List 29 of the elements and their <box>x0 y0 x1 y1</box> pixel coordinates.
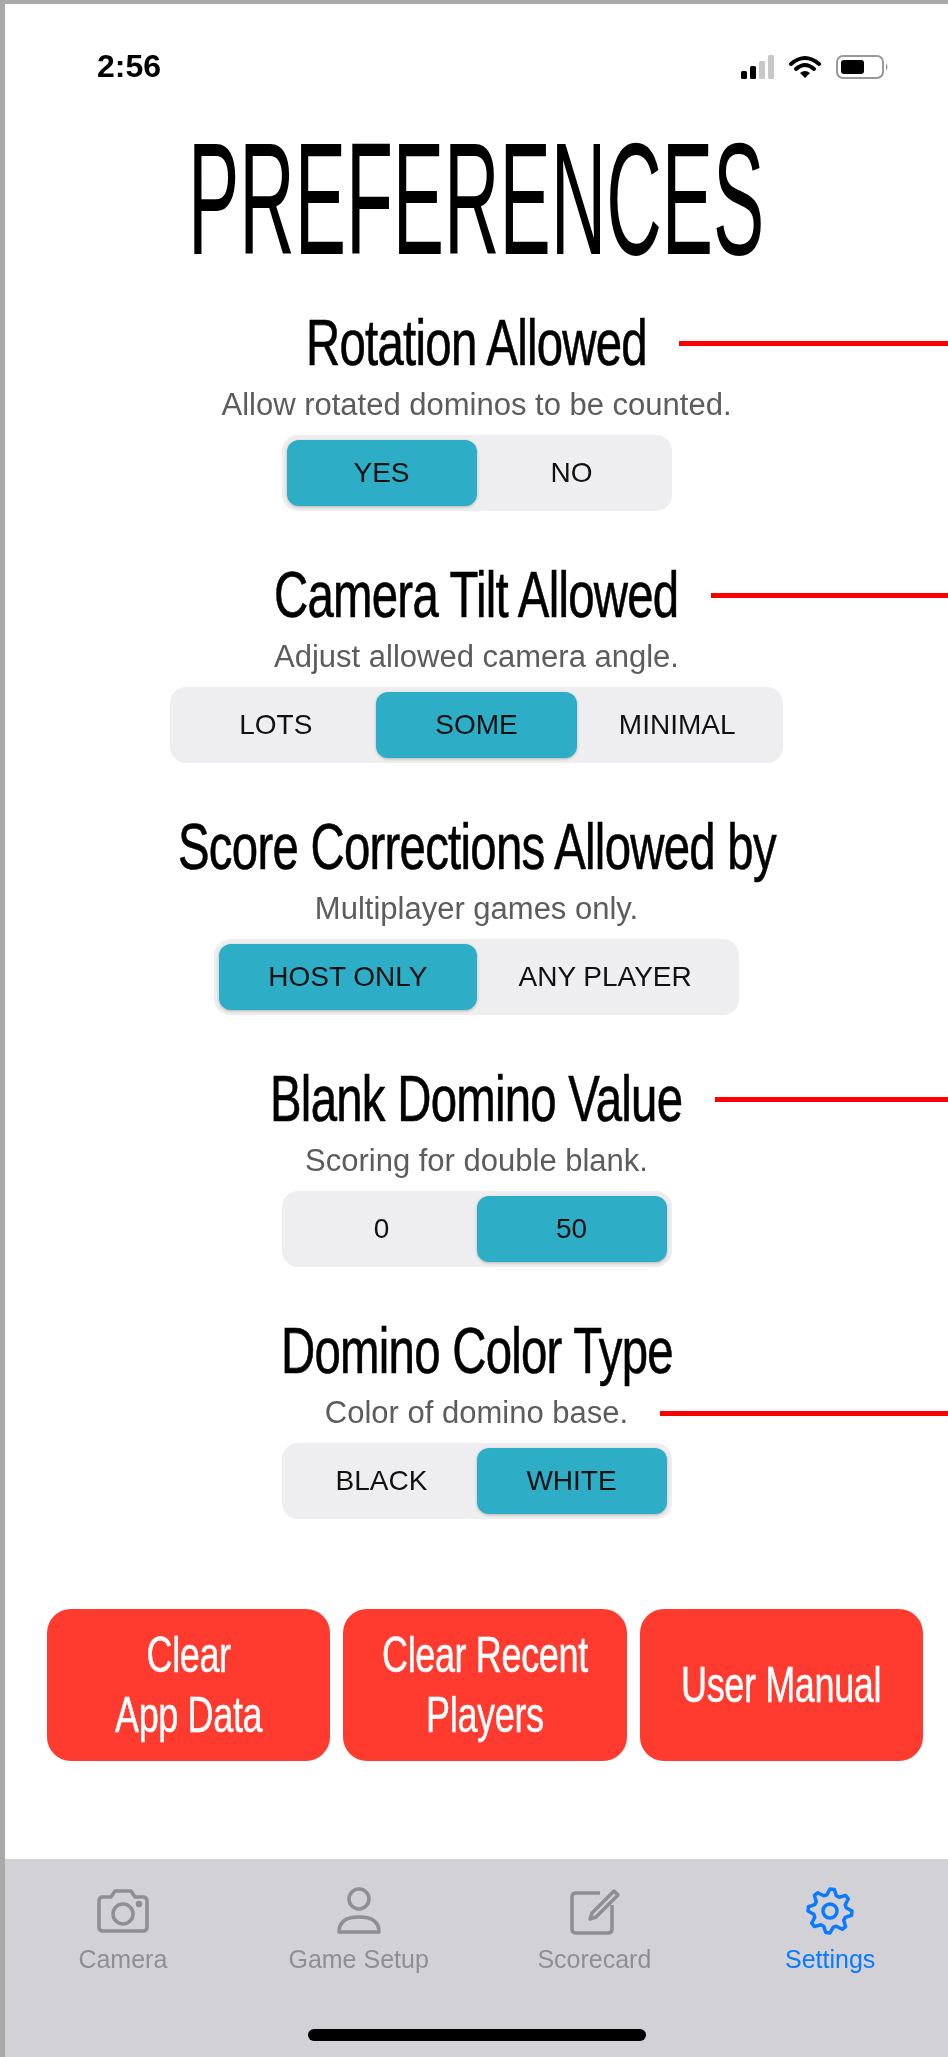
segment-option[interactable]: NO <box>476 440 667 506</box>
setting-title: Rotation Allowed <box>306 309 647 377</box>
setting-description: Multiplayer games only. <box>314 890 639 928</box>
status-time: 2:56 <box>97 48 162 85</box>
segment-option[interactable]: WHITE <box>476 1448 667 1514</box>
setting-description: Allow rotated dominos to be counted. <box>221 386 732 424</box>
page-title: PREFERENCES <box>188 129 765 269</box>
action-button[interactable]: Clear App Data <box>47 1609 331 1761</box>
setting-description: Scoring for double blank. <box>305 1142 648 1180</box>
action-button[interactable]: Clear Recent Players <box>343 1609 627 1761</box>
signal-icon <box>741 54 774 79</box>
segment-option[interactable]: YES <box>286 440 477 506</box>
setting-title: Blank Domino Value <box>270 1065 683 1133</box>
action-button[interactable]: User Manual <box>639 1609 923 1761</box>
segment-option[interactable]: LOTS <box>175 692 377 758</box>
setting-title: Domino Color Type <box>280 1317 673 1385</box>
setting-description: Adjust allowed camera angle. <box>274 638 679 676</box>
segment-option[interactable]: 0 <box>286 1196 477 1262</box>
wifi-icon <box>788 54 822 79</box>
setting-description: Color of domino base. <box>324 1394 629 1432</box>
setting-title: Score Corrections Allowed by <box>177 813 776 881</box>
battery-icon <box>836 54 890 79</box>
segment-option[interactable]: 50 <box>476 1196 667 1262</box>
segment-option[interactable]: SOME <box>376 692 577 758</box>
segment-option[interactable]: MINIMAL <box>576 692 778 758</box>
segment-option[interactable]: ANY PLAYER <box>476 944 734 1010</box>
segment-option[interactable]: BLACK <box>286 1448 477 1514</box>
setting-title: Camera Tilt Allowed <box>274 561 679 629</box>
segment-option[interactable]: HOST ONLY <box>219 944 477 1010</box>
